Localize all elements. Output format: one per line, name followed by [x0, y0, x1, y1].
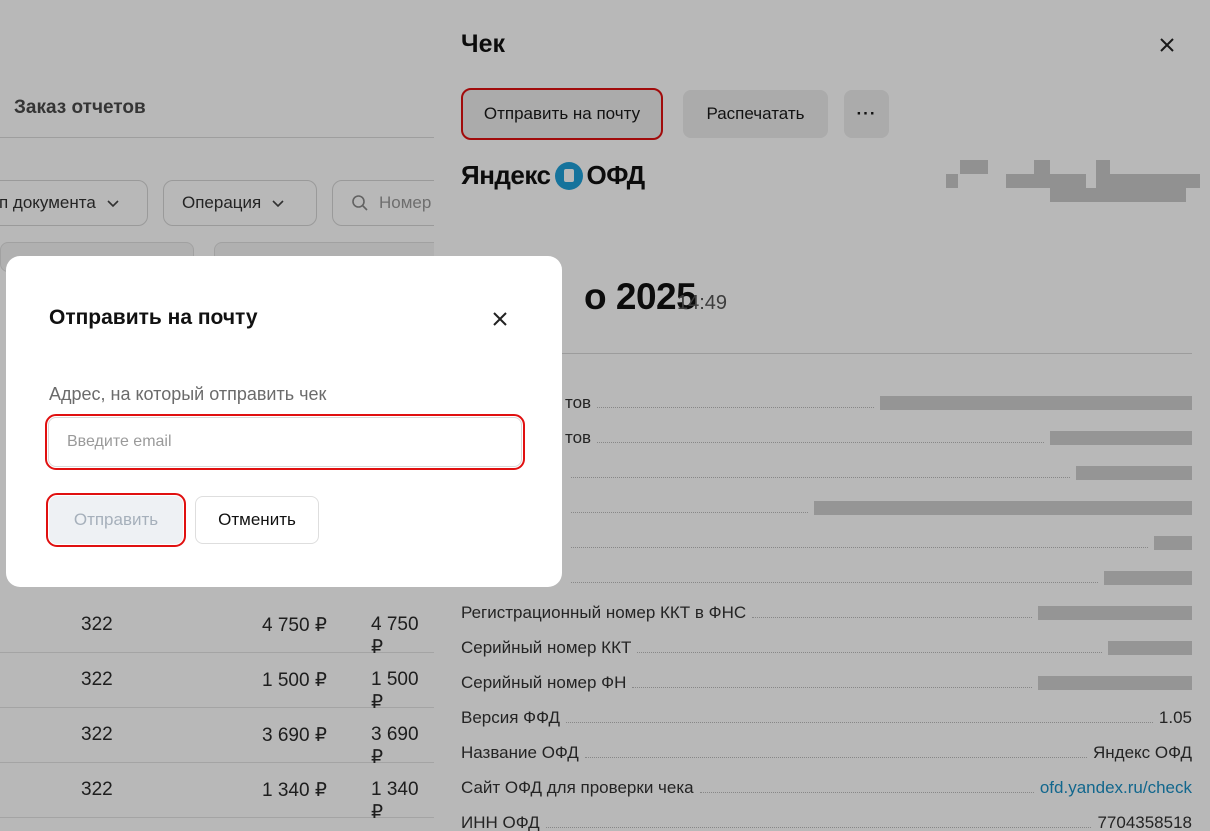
dialog-title: Отправить на почту: [49, 306, 258, 329]
send-email-dialog: Отправить на почту Адрес, на который отп…: [6, 256, 562, 587]
email-field-label: Адрес, на который отправить чек: [49, 384, 327, 404]
email-input[interactable]: [45, 414, 525, 470]
send-button[interactable]: Отправить: [46, 493, 186, 547]
close-icon[interactable]: [490, 309, 510, 329]
cancel-button[interactable]: Отменить: [195, 496, 319, 544]
